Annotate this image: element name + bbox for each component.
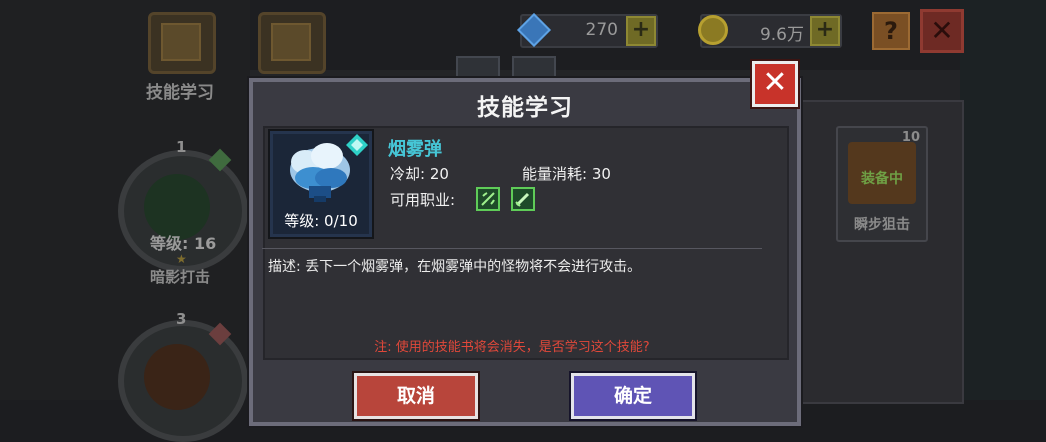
skill-book-icon[interactable]	[148, 12, 216, 74]
skill-learn-menu-label[interactable]: 技能学习	[146, 78, 214, 103]
fire-skill-icon	[144, 344, 210, 410]
dialog-close-button[interactable]: ✕	[752, 61, 798, 107]
skill-energy-cost: 能量消耗: 30	[522, 165, 611, 183]
skill-node-number: 3	[176, 310, 187, 328]
diamond-icon	[346, 134, 368, 156]
cancel-button[interactable]: 取消	[354, 373, 478, 419]
skill-cooldown: 冷却: 20	[390, 165, 449, 183]
coin-counter: 9.6万 +	[698, 14, 842, 48]
skill-node-number: 1	[176, 138, 187, 156]
star-icon: ★	[176, 252, 187, 266]
skill-node-level: 等级: 16	[150, 234, 217, 253]
close-screen-button[interactable]: ✕	[920, 9, 964, 53]
right-edge-panel	[960, 0, 1046, 400]
sword-icon	[511, 187, 535, 211]
gem-counter: 270 +	[517, 13, 658, 48]
warning-note: 注: 使用的技能书将会消失，是否学习这个技能?	[374, 340, 650, 355]
skill-node-name: 暗影打击	[150, 268, 211, 286]
add-coins-button[interactable]: +	[810, 16, 840, 46]
equipped-tag: 装备中	[861, 171, 903, 187]
skill-node-3[interactable]	[118, 320, 248, 442]
skill-card-name: 瞬步狙击	[854, 217, 910, 233]
gem-icon	[517, 13, 551, 47]
coin-value: 9.6万	[759, 25, 804, 45]
available-classes-label: 可用职业:	[390, 191, 456, 209]
skill-level: 等级: 0/10	[284, 212, 358, 230]
skill-card-number: 10	[901, 130, 920, 145]
confirm-button[interactable]: 确定	[571, 373, 695, 419]
skill-name: 烟雾弹	[388, 139, 442, 160]
divider	[262, 248, 762, 249]
skill-description: 描述: 丢下一个烟雾弹，在烟雾弹中的怪物将不会进行攻击。	[268, 259, 642, 275]
coin-icon	[698, 15, 728, 45]
bow-icon	[476, 187, 500, 211]
dialog-title: 技能学习	[477, 95, 573, 121]
add-gems-button[interactable]: +	[626, 16, 656, 46]
gem-value: 270	[585, 20, 618, 40]
chest-icon[interactable]	[258, 12, 326, 74]
help-button[interactable]: ?	[872, 12, 910, 50]
equipped-skill-card[interactable]: 装备中 10 瞬步狙击	[836, 126, 928, 242]
